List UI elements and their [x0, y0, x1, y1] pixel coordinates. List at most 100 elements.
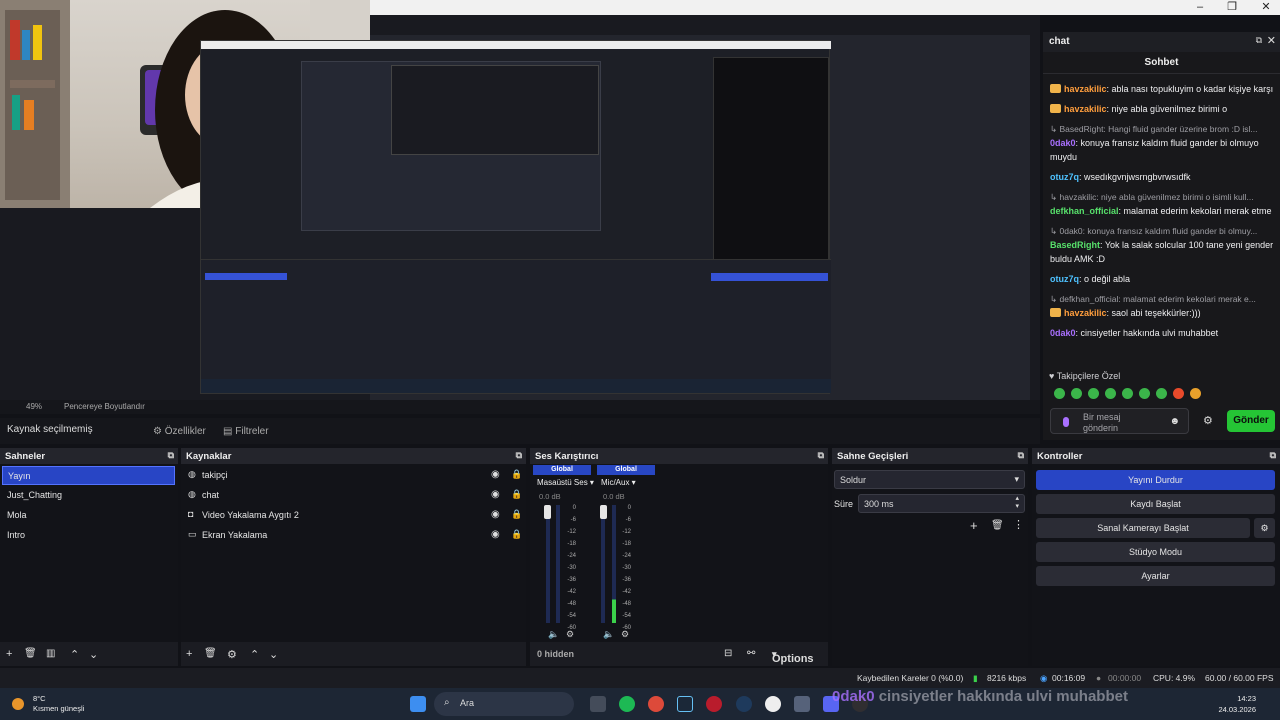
source-item[interactable]: ◍ takipçi ◉ 🔒: [183, 466, 523, 485]
app-icon[interactable]: [736, 696, 752, 712]
more-icon[interactable]: ⋮: [1013, 518, 1024, 531]
float-icon[interactable]: ⧉: [1256, 35, 1262, 46]
move-down-icon[interactable]: ⌄: [89, 648, 98, 661]
chat-username[interactable]: otuz7q: [1050, 274, 1079, 284]
source-item[interactable]: ◍ chat ◉ 🔒: [183, 486, 523, 505]
steam-icon[interactable]: [677, 696, 693, 712]
transition-select[interactable]: Soldur ▾: [834, 470, 1025, 489]
lock-icon[interactable]: 🔒: [511, 489, 522, 500]
gear-icon[interactable]: ⚙: [227, 648, 237, 661]
db-tick-label: -42: [567, 589, 576, 595]
close-icon[interactable]: ✕: [1267, 34, 1276, 47]
eye-icon[interactable]: ◉: [491, 469, 500, 480]
settings-icon[interactable]: ⚙: [566, 629, 574, 640]
trash-icon[interactable]: 🗑: [204, 648, 217, 659]
studio-mode-button[interactable]: Stüdyo Modu: [1036, 542, 1275, 562]
minimize-button[interactable]: –: [1188, 0, 1212, 15]
settings-icon[interactable]: [794, 696, 810, 712]
taskbar-search[interactable]: ⌕ Ara: [434, 692, 574, 716]
filters-button[interactable]: ▤ Filtreler: [215, 422, 277, 442]
zoom-level[interactable]: 49%: [26, 402, 42, 411]
scene-item[interactable]: Yayın: [2, 466, 175, 485]
clock[interactable]: 14:23 24.03.2026: [1218, 693, 1256, 715]
channel-name[interactable]: Mic/Aux ▾: [601, 478, 636, 487]
chat-username[interactable]: 0dak0: [1050, 328, 1076, 338]
trash-icon[interactable]: 🗑: [991, 520, 1004, 531]
chat-username[interactable]: havzakilic: [1064, 104, 1107, 114]
chat-message: 0dak0: cinsiyetler hakkında ulvi muhabbe…: [1050, 326, 1276, 340]
channel-name[interactable]: Masaüstü Ses ▾: [537, 478, 594, 487]
source-item[interactable]: ◘ Video Yakalama Aygıtı 2 ◉ 🔒: [183, 506, 523, 525]
chat-username[interactable]: otuz7q: [1050, 172, 1079, 182]
move-up-icon[interactable]: ⌃: [70, 648, 79, 661]
move-down-icon[interactable]: ⌄: [269, 648, 278, 661]
volume-fader[interactable]: [544, 505, 551, 519]
chrome-icon[interactable]: [648, 696, 664, 712]
add-icon[interactable]: +: [970, 518, 978, 533]
volume-fader[interactable]: [600, 505, 607, 519]
properties-button[interactable]: ⚙ Özellikler: [145, 422, 214, 442]
settings-button[interactable]: Ayarlar: [1036, 566, 1275, 586]
chat-message-list[interactable]: havzakilic: abla nası topukluyim o kadar…: [1050, 82, 1276, 367]
start-recording-button[interactable]: Kaydı Başlat: [1036, 494, 1275, 514]
scene-item[interactable]: Just_Chatting: [2, 486, 175, 505]
maximize-button[interactable]: ❐: [1220, 0, 1244, 15]
layout-icon[interactable]: ⊟: [724, 648, 732, 659]
emote-row[interactable]: [1054, 388, 1234, 400]
chat-message: havzakilic: niye abla güvenilmez birimi …: [1050, 102, 1276, 116]
chat-settings-icon[interactable]: ⚙: [1203, 414, 1213, 427]
weather-widget[interactable]: 8°C Kısmen güneşli: [33, 694, 84, 714]
virtual-camera-settings-icon[interactable]: ⚙: [1254, 518, 1275, 538]
float-icon[interactable]: ⧉: [818, 450, 824, 461]
eye-icon[interactable]: ◉: [491, 489, 500, 500]
chatgpt-icon[interactable]: [765, 696, 781, 712]
chat-username[interactable]: 0dak0: [1050, 138, 1076, 148]
add-icon[interactable]: +: [6, 648, 12, 660]
float-icon[interactable]: ⧉: [516, 450, 522, 461]
hidden-count[interactable]: 0 hidden: [537, 649, 574, 659]
mic-icon[interactable]: [1063, 417, 1069, 427]
chat-username[interactable]: defkhan_official: [1050, 206, 1119, 216]
scene-item[interactable]: Mola: [2, 506, 175, 525]
eye-icon[interactable]: ◉: [491, 509, 500, 520]
duration-field[interactable]: 300 ms ▴ ▾: [858, 494, 1025, 513]
chat-input[interactable]: Bir mesaj gönderin ☻: [1050, 408, 1189, 434]
stop-stream-button[interactable]: Yayını Durdur: [1036, 470, 1275, 490]
float-icon[interactable]: ⧉: [1018, 450, 1024, 461]
filter-icon: ▤: [223, 426, 236, 437]
lock-icon[interactable]: 🔒: [511, 469, 522, 480]
trash-icon[interactable]: 🗑: [24, 648, 37, 659]
close-button[interactable]: ✕: [1254, 0, 1278, 15]
start-icon[interactable]: [410, 696, 426, 712]
speaker-icon[interactable]: 🔈: [603, 629, 614, 640]
chat-username[interactable]: BasedRight: [1050, 240, 1100, 250]
source-item[interactable]: ▭ Ekran Yakalama ◉ 🔒: [183, 526, 523, 545]
eye-icon[interactable]: ◉: [491, 529, 500, 540]
move-up-icon[interactable]: ⌃: [250, 648, 259, 661]
file-explorer-icon[interactable]: [590, 696, 606, 712]
chat-message: defkhan_official: malamat ederim kekolar…: [1050, 204, 1276, 218]
send-button[interactable]: Gönder: [1227, 410, 1275, 432]
lock-icon[interactable]: 🔒: [511, 529, 522, 540]
spotify-icon[interactable]: [619, 696, 635, 712]
speaker-icon[interactable]: 🔈: [548, 629, 559, 640]
app-icon[interactable]: [706, 696, 722, 712]
lock-icon[interactable]: 🔒: [511, 509, 522, 520]
controls-header: Kontroller ⧉: [1032, 448, 1280, 464]
settings-icon[interactable]: ⚙: [621, 629, 629, 640]
link-icon[interactable]: ⚯: [747, 648, 755, 659]
start-virtual-camera-button[interactable]: Sanal Kamerayı Başlat: [1036, 518, 1250, 538]
float-icon[interactable]: ⧉: [168, 450, 174, 461]
emoji-icon[interactable]: ☻: [1169, 416, 1180, 427]
db-tick-label: -18: [567, 541, 576, 547]
weather-icon[interactable]: [12, 698, 24, 710]
fps: 60.00 / 60.00 FPS: [1205, 673, 1274, 683]
filter-icon[interactable]: ▥: [46, 648, 55, 659]
resize-to-window[interactable]: Pencereye Boyutlandır: [64, 402, 145, 411]
float-icon[interactable]: ⧉: [1270, 450, 1276, 461]
add-icon[interactable]: +: [186, 648, 192, 660]
chat-username[interactable]: havzakilic: [1064, 84, 1107, 94]
options-button[interactable]: Options ▾: [772, 649, 814, 665]
scene-item[interactable]: Intro: [2, 526, 175, 545]
chat-username[interactable]: havzakilic: [1064, 308, 1107, 318]
